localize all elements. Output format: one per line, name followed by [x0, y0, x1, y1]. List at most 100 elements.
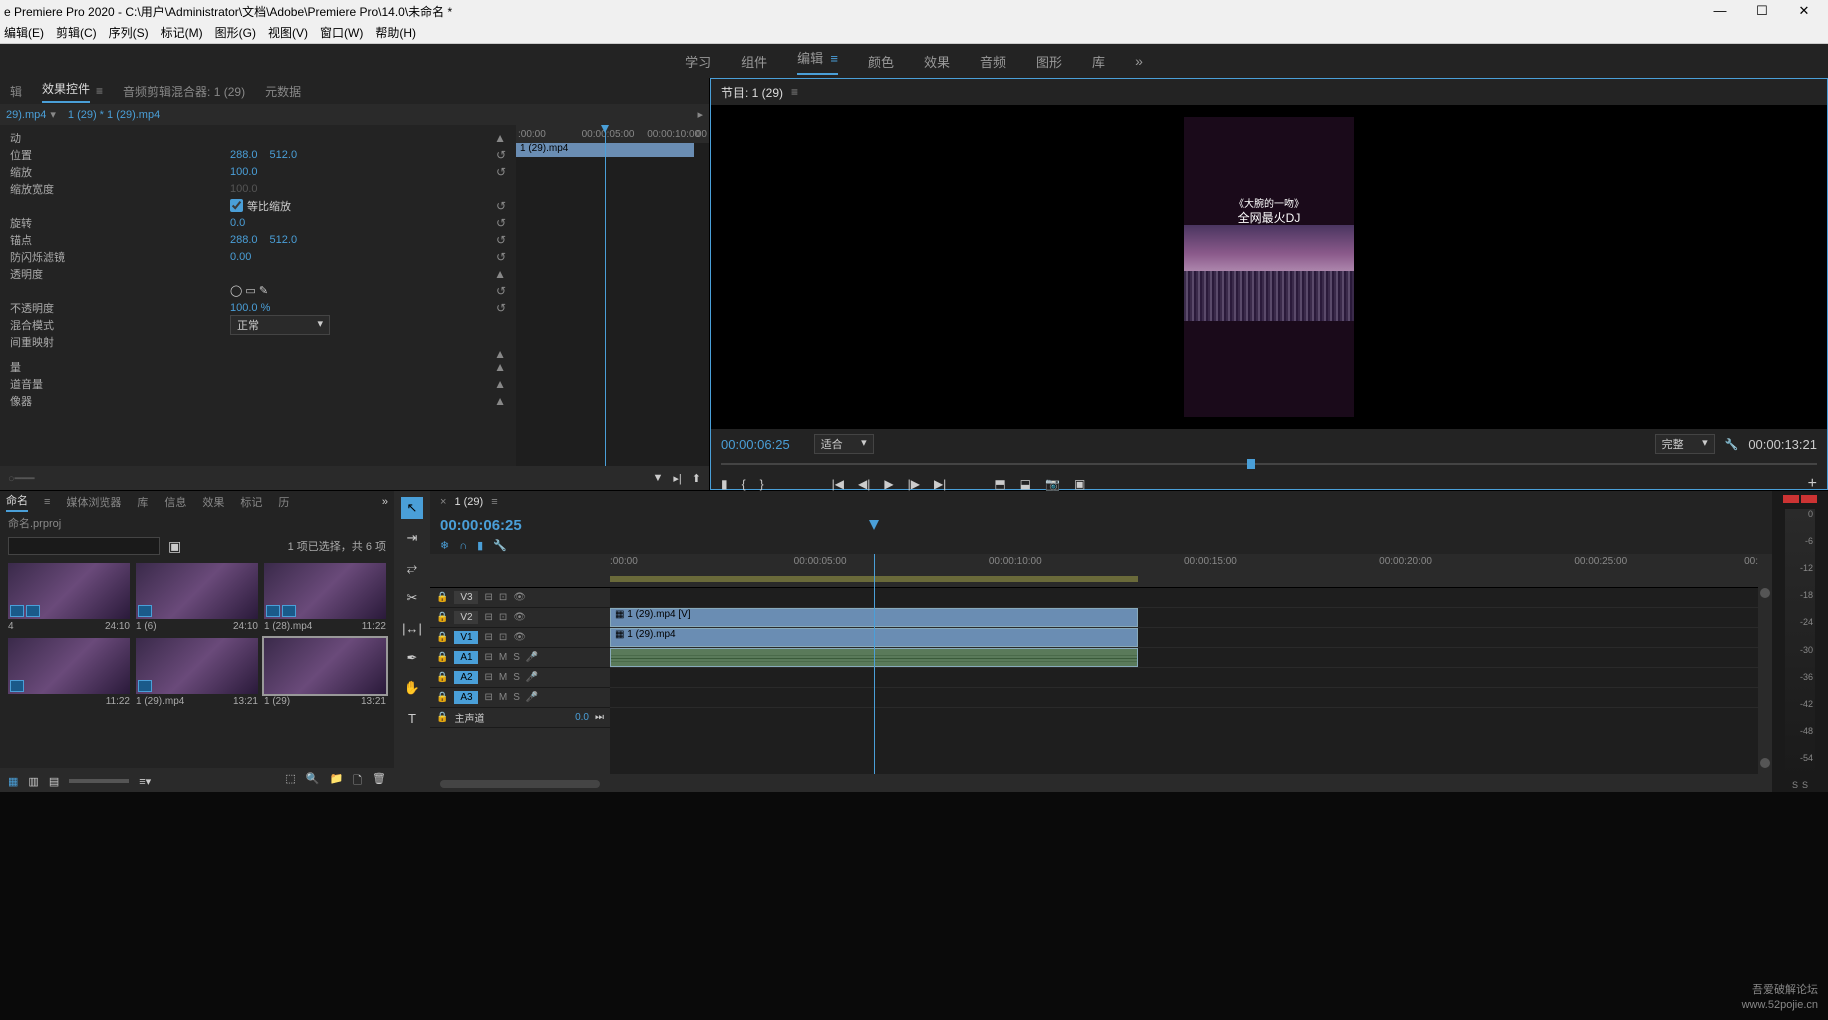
menu-window[interactable]: 窗口(W) — [320, 24, 363, 41]
ec-opacity-collapse-icon[interactable]: ▲ — [494, 267, 506, 281]
v-zoom-handle-top[interactable] — [1760, 588, 1770, 598]
tab-source[interactable]: 辑 — [10, 83, 22, 100]
program-timecode[interactable]: 00:00:06:25 — [721, 437, 790, 452]
lock-icon[interactable]: 🔒 — [436, 672, 448, 683]
maximize-button[interactable]: ☐ — [1742, 3, 1782, 19]
play-only-audio-icon[interactable]: ▸ — [697, 108, 703, 121]
lock-icon[interactable]: 🔒 — [436, 612, 448, 623]
toggle-icon[interactable]: ⊟ — [484, 592, 492, 603]
menu-help[interactable]: 帮助(H) — [375, 24, 416, 41]
track-header-A1[interactable]: 🔒A1⊟MS🎤 — [430, 648, 610, 668]
tab-metadata[interactable]: 元数据 — [265, 83, 301, 100]
ec-play-icon[interactable]: ▸| — [673, 472, 681, 485]
sync-lock-icon[interactable]: ⊡ — [499, 612, 507, 623]
workspace-overflow[interactable]: » — [1135, 53, 1143, 69]
eye-icon[interactable]: 👁 — [513, 612, 526, 623]
tab-effect-controls[interactable]: 效果控件 — [42, 80, 90, 103]
track-lane-A1[interactable] — [610, 648, 1758, 668]
ec-uniform-reset-icon[interactable]: ↺ — [496, 199, 506, 213]
toggle-icon[interactable]: ⊟ — [484, 632, 492, 643]
ec-rotation-value[interactable]: 0.0 — [230, 217, 245, 229]
track-lane-V2[interactable]: ▦ 1 (29).mp4 [V] — [610, 608, 1758, 628]
tab-media-browser[interactable]: 媒体浏览器 — [66, 494, 121, 510]
meter-scale[interactable]: 0-6-12-18-24-30-36-42-48-54 — [1785, 509, 1815, 780]
bin-item[interactable]: 1 (28).mp411:22 — [264, 563, 386, 632]
bin-thumbnail[interactable] — [8, 638, 130, 694]
settings-icon[interactable]: 🔧 — [493, 539, 507, 552]
workspace-audio[interactable]: 音频 — [980, 52, 1006, 71]
close-button[interactable]: ✕ — [1784, 3, 1824, 19]
tab-libraries[interactable]: 库 — [137, 494, 148, 510]
tabs-overflow-icon[interactable]: » — [382, 496, 388, 508]
selection-tool[interactable]: ↖ — [401, 497, 423, 519]
ec-opacitypct-reset-icon[interactable]: ↺ — [496, 301, 506, 315]
tab-audio-mixer[interactable]: 音频剪辑混合器: 1 (29) — [123, 83, 245, 100]
track-id[interactable]: V3 — [454, 591, 478, 604]
step-forward-icon[interactable]: |▶ — [908, 477, 920, 491]
tab-info[interactable]: 信息 — [164, 494, 186, 510]
ec-antiflicker-reset-icon[interactable]: ↺ — [496, 250, 506, 264]
snap-icon[interactable]: ❄ — [440, 539, 449, 552]
ec-anchor-x[interactable]: 288.0 — [230, 234, 258, 246]
slip-tool[interactable]: |↔| — [401, 617, 423, 639]
toggle-icon[interactable]: ⊟ — [484, 612, 492, 623]
ec-uniform-scale-checkbox[interactable] — [230, 199, 243, 212]
eye-icon[interactable]: 👁 — [513, 632, 526, 643]
ripple-tool[interactable]: ⥂ — [401, 557, 423, 579]
mark-in-icon[interactable]: { — [742, 477, 746, 491]
timeline-tracks-area[interactable]: :00:00 00:00:05:00 00:00:10:00 00:00:15:… — [610, 554, 1758, 774]
bin-item[interactable]: 1 (6)24:10 — [136, 563, 258, 632]
minimize-button[interactable]: — — [1700, 3, 1740, 19]
voice-icon[interactable]: 🎤 — [526, 652, 538, 663]
program-quality-dropdown[interactable]: 完整▾ — [1655, 434, 1715, 454]
compare-icon[interactable]: ▣ — [1074, 477, 1085, 491]
track-header-A3[interactable]: 🔒A3⊟MS🎤 — [430, 688, 610, 708]
eye-icon[interactable]: 👁 — [513, 592, 526, 603]
mute-icon[interactable]: M — [499, 652, 507, 663]
ec-mask-reset-icon[interactable]: ↺ — [496, 284, 506, 298]
sequence-name[interactable]: 1 (29) — [454, 496, 483, 508]
solo-icon[interactable]: S — [513, 692, 520, 703]
toggle-icon[interactable]: ⊟ — [484, 652, 492, 663]
tab-project-options-icon[interactable]: ≡ — [44, 496, 50, 508]
sequence-close-icon[interactable]: × — [440, 496, 446, 508]
timeline-zoom-bar[interactable] — [440, 780, 600, 788]
workspace-learn[interactable]: 学习 — [685, 52, 711, 71]
bin-thumbnail[interactable] — [264, 563, 386, 619]
source-sequence-name[interactable]: 1 (29) * 1 (29).mp4 — [68, 109, 160, 121]
ec-export-icon[interactable]: ⬆ — [692, 472, 701, 485]
track-header-V3[interactable]: 🔒V3⊟⊡👁 — [430, 588, 610, 608]
automate-icon[interactable]: ⬚ — [285, 772, 295, 791]
track-id[interactable]: A3 — [454, 691, 478, 704]
icon-view-icon[interactable]: ▥ — [28, 775, 38, 788]
track-lane-A2[interactable] — [610, 668, 1758, 688]
play-icon[interactable]: ▶ — [884, 477, 893, 491]
voice-icon[interactable]: 🎤 — [526, 672, 538, 683]
bin-item[interactable]: 11:22 — [8, 638, 130, 707]
track-header-V2[interactable]: 🔒V2⊟⊡👁 — [430, 608, 610, 628]
lock-icon[interactable]: 🔒 — [436, 592, 448, 603]
list-view-icon[interactable]: ▦ — [8, 775, 18, 788]
menu-edit[interactable]: 编辑(E) — [4, 24, 44, 41]
bin-thumbnail[interactable] — [136, 638, 258, 694]
tab-project[interactable]: 命名 — [6, 492, 28, 512]
workspace-color[interactable]: 颜色 — [868, 52, 894, 71]
program-zoom-dropdown[interactable]: 适合▾ — [814, 434, 874, 454]
solo-icon[interactable]: S — [513, 672, 520, 683]
workspace-library[interactable]: 库 — [1092, 52, 1105, 71]
menu-graphics[interactable]: 图形(G) — [215, 24, 256, 41]
workspace-edit[interactable]: 编辑 ≡ — [797, 48, 838, 75]
bin-thumbnail[interactable] — [136, 563, 258, 619]
workspace-graphics[interactable]: 图形 — [1036, 52, 1062, 71]
extract-icon[interactable]: ⬓ — [1020, 477, 1031, 491]
goto-out-icon[interactable]: ▶| — [934, 477, 946, 491]
solo-left[interactable]: S — [1792, 780, 1798, 790]
bin-item[interactable]: 1 (29)13:21 — [264, 638, 386, 707]
trash-icon[interactable]: 🗑 — [372, 772, 386, 791]
ec-filter-icon[interactable]: ▼ — [653, 472, 664, 484]
timeline-clip[interactable]: ▦ 1 (29).mp4 [V] — [610, 608, 1138, 627]
source-clip-name[interactable]: 29).mp4 — [6, 109, 46, 121]
sequence-options-icon[interactable]: ≡ — [491, 496, 497, 508]
workspace-assembly[interactable]: 组件 — [741, 52, 767, 71]
type-tool[interactable]: T — [401, 707, 423, 729]
